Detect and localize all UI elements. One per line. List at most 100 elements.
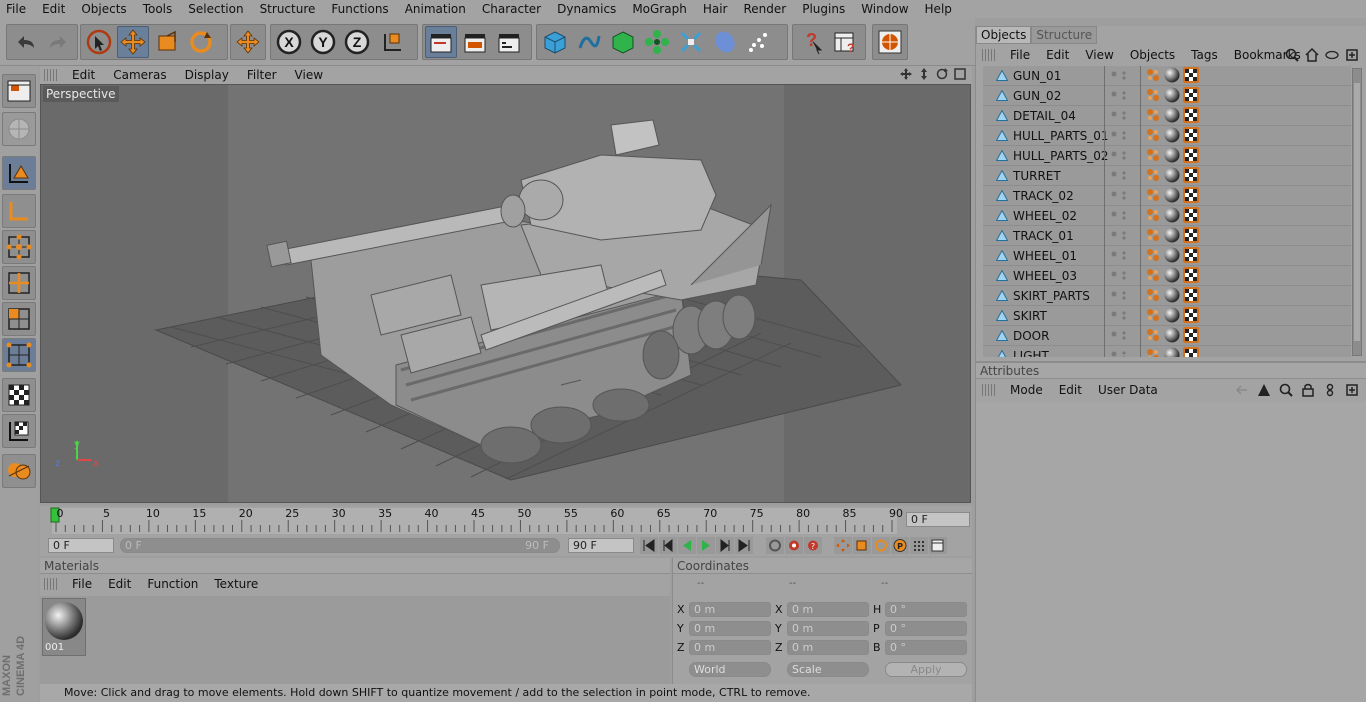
materials-menu-edit[interactable]: Edit (100, 577, 139, 591)
web-button[interactable] (875, 26, 905, 58)
menu-plugins[interactable]: Plugins (794, 0, 853, 18)
object-row[interactable]: WHEEL_01 (983, 246, 1351, 266)
menu-hair[interactable]: Hair (695, 0, 736, 18)
coord-value-field[interactable]: 0 m (787, 621, 869, 636)
texture-tag-icon[interactable] (1145, 327, 1161, 343)
uvw-tag-icon[interactable] (1183, 187, 1199, 203)
viewport-menu-edit[interactable]: Edit (64, 68, 105, 82)
uv-mode-button[interactable] (2, 338, 36, 372)
object-row[interactable]: GUN_01 (983, 66, 1351, 86)
objects-scrollbar[interactable] (1352, 68, 1362, 356)
visibility-dots-icon[interactable] (1109, 309, 1129, 323)
help-button[interactable]: ? (795, 26, 827, 58)
menu-animation[interactable]: Animation (397, 0, 474, 18)
array-button[interactable] (641, 26, 673, 58)
eye-icon[interactable] (1325, 48, 1339, 62)
timeline-window-icon[interactable] (929, 537, 947, 554)
coord-value-field[interactable]: 0 ° (885, 640, 967, 655)
rotate-view-icon[interactable] (936, 68, 948, 80)
visibility-dots-icon[interactable] (1109, 229, 1129, 243)
zoom-view-icon[interactable] (918, 68, 930, 80)
workplane-button[interactable] (2, 454, 36, 488)
uvw-tag-icon[interactable] (1183, 67, 1199, 83)
object-name[interactable]: GUN_01 (1013, 69, 1061, 83)
object-name[interactable]: SKIRT_PARTS (1013, 289, 1090, 303)
tab-objects[interactable]: Objects (976, 26, 1032, 44)
z-axis-button[interactable]: Z (341, 26, 373, 58)
attributes-menu-user-data[interactable]: User Data (1090, 383, 1166, 397)
visibility-dots-icon[interactable] (1109, 209, 1129, 223)
visibility-dots-icon[interactable] (1109, 329, 1129, 343)
menu-character[interactable]: Character (474, 0, 549, 18)
uvw-tag-icon[interactable] (1183, 267, 1199, 283)
texture-tag-icon[interactable] (1145, 287, 1161, 303)
perspective-viewport[interactable]: y z x Perspective (40, 84, 971, 503)
object-row[interactable]: HULL_PARTS_01 (983, 126, 1351, 146)
range-slider[interactable]: 0 F 90 F (120, 538, 560, 553)
go-to-start-icon[interactable] (640, 537, 658, 554)
object-name[interactable]: HULL_PARTS_02 (1013, 149, 1109, 163)
material-tag-icon[interactable] (1164, 167, 1180, 183)
object-axis-mode-button[interactable] (2, 194, 36, 228)
material-tag-icon[interactable] (1164, 247, 1180, 263)
uvw-tag-icon[interactable] (1183, 147, 1199, 163)
material-tag-icon[interactable] (1164, 107, 1180, 123)
next-key-icon[interactable] (716, 537, 734, 554)
environment-button[interactable] (709, 26, 741, 58)
uvw-tag-icon[interactable] (1183, 287, 1199, 303)
materials-menu-function[interactable]: Function (139, 577, 206, 591)
uvw-tag-icon[interactable] (1183, 167, 1199, 183)
render-picture-viewer-button[interactable] (459, 26, 491, 58)
key-position-icon[interactable] (834, 537, 852, 554)
coord-value-field[interactable]: 0 m (689, 621, 771, 636)
edges-mode-button[interactable] (2, 266, 36, 300)
search-icon[interactable] (1285, 48, 1299, 62)
uvw-tag-icon[interactable] (1183, 107, 1199, 123)
coordinate-size-select[interactable]: Scale (787, 662, 869, 677)
objects-menu-view[interactable]: View (1077, 48, 1121, 62)
visibility-dots-icon[interactable] (1109, 269, 1129, 283)
menu-render[interactable]: Render (735, 0, 794, 18)
object-name[interactable]: LIGHT (1013, 349, 1049, 357)
objects-menu-file[interactable]: File (1002, 48, 1038, 62)
objects-menu-objects[interactable]: Objects (1122, 48, 1183, 62)
visibility-dots-icon[interactable] (1109, 149, 1129, 163)
polygons-mode-button[interactable] (2, 302, 36, 336)
texture-axis-button[interactable] (2, 414, 36, 448)
key-rotation-icon[interactable] (872, 537, 890, 554)
visibility-dots-icon[interactable] (1109, 69, 1129, 83)
object-row[interactable]: TURRET (983, 166, 1351, 186)
object-name[interactable]: DETAIL_04 (1013, 109, 1076, 123)
model-mode-button[interactable] (2, 156, 36, 190)
material-tag-icon[interactable] (1164, 87, 1180, 103)
material-tag-icon[interactable] (1164, 287, 1180, 303)
material-swatch[interactable]: 001 (42, 598, 86, 656)
back-arrow-icon[interactable] (1235, 383, 1249, 397)
object-name[interactable]: WHEEL_03 (1013, 269, 1077, 283)
visibility-dots-icon[interactable] (1109, 289, 1129, 303)
x-axis-button[interactable]: X (273, 26, 305, 58)
min-time-field[interactable]: 0 F (48, 538, 114, 553)
objects-scroll-thumb[interactable] (1354, 83, 1360, 341)
menu-window[interactable]: Window (853, 0, 916, 18)
object-name[interactable]: TRACK_01 (1013, 229, 1074, 243)
tab-structure[interactable]: Structure (1031, 26, 1098, 44)
coordinate-mode-select[interactable]: World (689, 662, 771, 677)
menu-help[interactable]: Help (917, 0, 960, 18)
pan-view-icon[interactable] (900, 68, 912, 80)
coord-value-field[interactable]: 0 ° (885, 621, 967, 636)
texture-tag-icon[interactable] (1145, 267, 1161, 283)
menu-objects[interactable]: Objects (73, 0, 134, 18)
object-name[interactable]: SKIRT (1013, 309, 1047, 323)
object-row[interactable]: SKIRT_PARTS (983, 286, 1351, 306)
texture-tag-icon[interactable] (1145, 87, 1161, 103)
render-view-button[interactable] (425, 26, 457, 58)
play-forward-icon[interactable] (697, 537, 715, 554)
layout-help-button[interactable]: ? (829, 26, 861, 58)
materials-menu-file[interactable]: File (64, 577, 100, 591)
coord-value-field[interactable]: 0 m (787, 640, 869, 655)
material-tag-icon[interactable] (1164, 147, 1180, 163)
maximize-view-icon[interactable] (954, 68, 966, 80)
object-row[interactable]: WHEEL_03 (983, 266, 1351, 286)
visibility-dots-icon[interactable] (1109, 89, 1129, 103)
